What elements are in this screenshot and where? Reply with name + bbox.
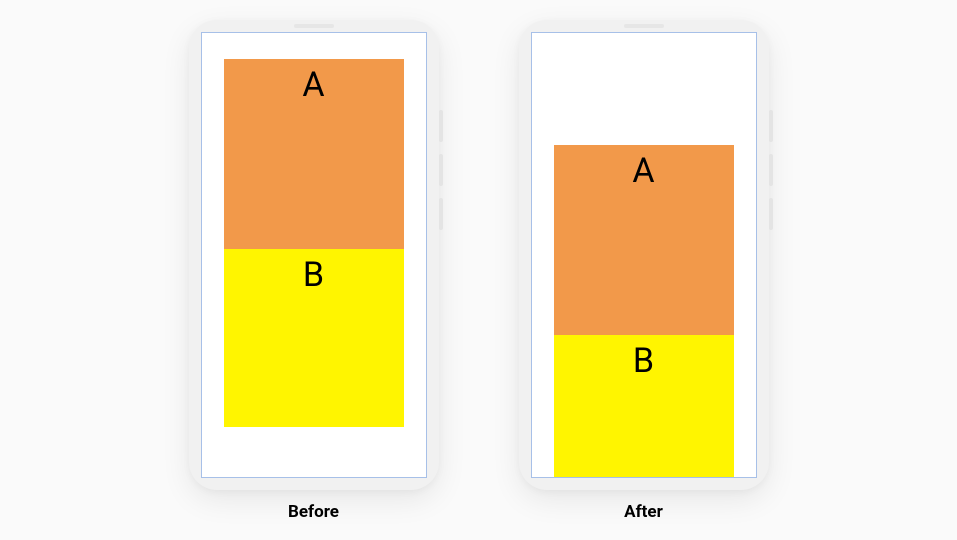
before-phone-column: A B Before — [189, 20, 439, 522]
phone-side-buttons — [769, 110, 773, 230]
phone-screen-before: A B — [201, 32, 427, 478]
caption-after: After — [624, 502, 663, 522]
box-a-before: A — [224, 59, 404, 249]
box-b-before: B — [224, 249, 404, 427]
phone-screen-after: A B — [531, 32, 757, 478]
phone-frame-before: A B — [189, 20, 439, 490]
box-b-after: B — [554, 335, 734, 478]
caption-before: Before — [288, 502, 339, 522]
after-phone-column: A B After — [519, 20, 769, 522]
box-a-after: A — [554, 145, 734, 335]
phone-side-buttons — [439, 110, 443, 230]
phone-frame-after: A B — [519, 20, 769, 490]
